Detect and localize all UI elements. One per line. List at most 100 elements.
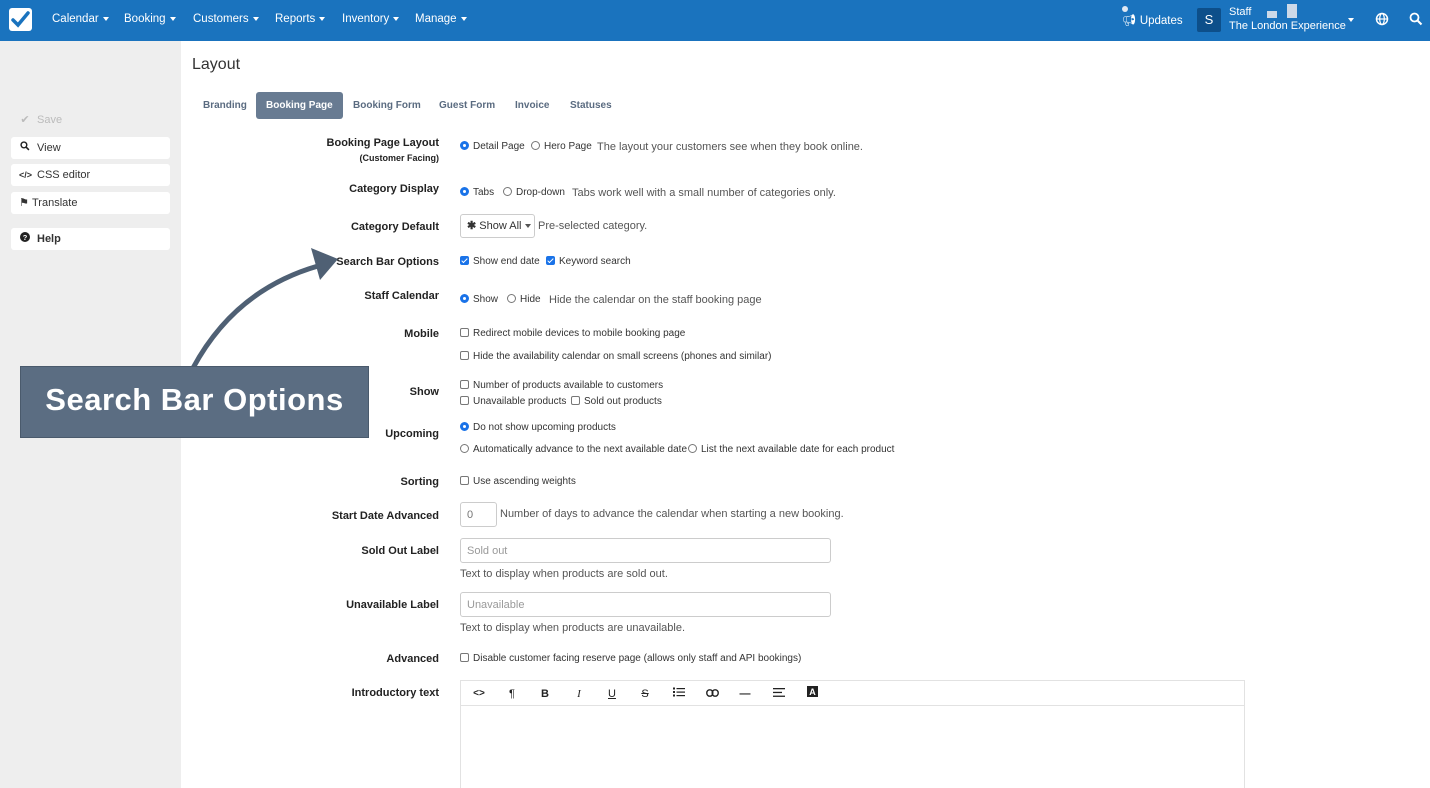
nav-reports-label: Reports [275, 13, 316, 25]
strikethrough-icon[interactable]: S [635, 686, 655, 702]
top-navbar: Calendar Booking Customers Reports Inven… [0, 0, 1430, 41]
radio-detail-page[interactable]: Detail Page [460, 141, 525, 152]
radio-detail-page-label: Detail Page [473, 141, 525, 152]
radio-do-not-show-upcoming[interactable]: Do not show upcoming products [460, 422, 616, 433]
nav-reports[interactable]: Reports [275, 13, 326, 25]
search-bar-options-label: Search Bar Options [336, 256, 439, 268]
staff-role[interactable]: Staff [1229, 6, 1251, 18]
search-icon[interactable] [1409, 12, 1423, 26]
help-button[interactable]: ? Help [11, 228, 170, 250]
chevron-down-icon [460, 16, 467, 21]
tab-branding[interactable]: Branding [193, 92, 257, 119]
checkbox-hide-calendar-small[interactable]: Hide the availability calendar on small … [460, 351, 771, 362]
nav-calendar-label: Calendar [52, 13, 99, 25]
booking-page-layout-help: The layout your customers see when they … [597, 141, 863, 153]
nav-inventory[interactable]: Inventory [342, 13, 400, 25]
unavailable-label-help: Text to display when products are unavai… [460, 622, 686, 634]
unavailable-label-input[interactable] [460, 592, 831, 617]
checkbox-keyword-search[interactable]: Keyword search [546, 256, 631, 267]
show-label: Show [409, 386, 439, 398]
booking-page-layout-label: Booking Page Layout [326, 137, 439, 149]
sorting-label: Sorting [400, 476, 440, 488]
radio-unchecked-icon [503, 187, 512, 196]
radio-auto-advance-label: Automatically advance to the next availa… [473, 444, 688, 455]
radio-drop-down[interactable]: Drop-down [503, 187, 565, 198]
radio-show[interactable]: Show [460, 294, 498, 305]
redacted-block [1267, 11, 1277, 18]
tab-booking-page[interactable]: Booking Page [256, 92, 343, 119]
nav-booking-label: Booking [124, 13, 166, 25]
mobile-label: Mobile [404, 328, 439, 340]
staff-calendar-label: Staff Calendar [364, 290, 439, 302]
css-editor-button[interactable]: </> CSS editor [11, 164, 170, 186]
radio-drop-down-label: Drop-down [516, 187, 565, 198]
nav-manage-label: Manage [415, 13, 457, 25]
avatar[interactable]: S [1197, 8, 1221, 32]
checkbox-unchecked-icon [460, 653, 469, 662]
sold-out-label-input[interactable] [460, 538, 831, 563]
checkbox-unavailable-products[interactable]: Unavailable products [460, 396, 566, 407]
checkbox-number-of-products[interactable]: Number of products available to customer… [460, 380, 663, 391]
chevron-down-icon [525, 224, 532, 229]
bold-icon[interactable]: B [535, 686, 555, 702]
chevron-down-icon[interactable] [1348, 18, 1354, 22]
nav-customers[interactable]: Customers [193, 13, 259, 25]
checkbox-unchecked-icon [460, 380, 469, 389]
checkbox-redirect-mobile-label: Redirect mobile devices to mobile bookin… [473, 328, 686, 339]
radio-auto-advance[interactable]: Automatically advance to the next availa… [460, 444, 687, 455]
tab-statuses[interactable]: Statuses [560, 92, 622, 119]
checkmark-icon: ✔ [20, 114, 30, 126]
tab-invoice[interactable]: Invoice [505, 92, 559, 119]
italic-icon[interactable]: I [569, 686, 589, 702]
radio-show-label: Show [473, 294, 499, 305]
radio-tabs[interactable]: Tabs [460, 187, 494, 198]
checkbox-redirect-mobile[interactable]: Redirect mobile devices to mobile bookin… [460, 328, 685, 339]
horizontal-rule-icon[interactable]: — [735, 686, 755, 702]
chevron-down-icon [393, 16, 400, 21]
checkbox-unchecked-icon [571, 396, 580, 405]
start-date-advanced-input[interactable] [460, 502, 497, 527]
checkbox-show-end-date[interactable]: Show end date [460, 256, 540, 267]
globe-icon[interactable] [1375, 12, 1389, 26]
align-left-icon[interactable] [769, 686, 789, 702]
radio-do-not-show-upcoming-label: Do not show upcoming products [473, 422, 616, 433]
category-default-label: Category Default [350, 221, 439, 233]
checkbox-sold-out-products[interactable]: Sold out products [571, 396, 662, 407]
chevron-down-icon [252, 16, 259, 21]
tab-booking-form[interactable]: Booking Form [343, 92, 431, 119]
save-label: Save [37, 114, 63, 126]
translate-button[interactable]: ⚑ Translate [11, 192, 170, 214]
category-default-value: Show All [479, 220, 522, 232]
text-color-icon[interactable]: A [802, 686, 822, 702]
checkbox-unavailable-products-label: Unavailable products [473, 396, 567, 407]
checkbox-disable-reserve-page[interactable]: Disable customer facing reserve page (al… [460, 653, 801, 664]
nav-manage[interactable]: Manage [415, 13, 467, 25]
radio-list-next-date[interactable]: List the next available date for each pr… [688, 444, 894, 455]
redacted-block [1287, 4, 1297, 18]
radio-checked-icon [460, 141, 469, 150]
list-icon[interactable] [669, 686, 689, 702]
view-button[interactable]: View [11, 137, 170, 159]
link-icon[interactable] [702, 686, 722, 702]
code-view-icon[interactable]: <> [469, 686, 489, 702]
paragraph-icon[interactable]: ¶ [502, 686, 522, 702]
underline-icon[interactable]: U [602, 686, 622, 702]
save-button[interactable]: ✔ Save [11, 109, 170, 131]
tab-guest-form[interactable]: Guest Form [429, 92, 505, 119]
radio-hide[interactable]: Hide [507, 294, 541, 305]
nav-booking[interactable]: Booking [124, 13, 176, 25]
radio-hero-page[interactable]: Hero Page [531, 141, 592, 152]
radio-tabs-label: Tabs [473, 187, 495, 198]
svg-text:A: A [809, 687, 816, 697]
updates-label: Updates [1139, 15, 1183, 27]
app-logo-icon[interactable] [9, 8, 32, 31]
nav-calendar[interactable]: Calendar [52, 13, 109, 25]
introductory-text-editor[interactable]: <> ¶ B I U S — A [460, 680, 1245, 788]
updates-button[interactable]: 📢︎ Updates [1122, 6, 1183, 27]
category-default-select[interactable]: ✱ Show All [460, 214, 535, 238]
radio-checked-icon [460, 422, 469, 431]
staff-organization[interactable]: The London Experience [1229, 20, 1346, 32]
checkbox-checked-icon [546, 256, 555, 265]
checkbox-checked-icon [460, 256, 469, 265]
checkbox-ascending-weights[interactable]: Use ascending weights [460, 476, 576, 487]
